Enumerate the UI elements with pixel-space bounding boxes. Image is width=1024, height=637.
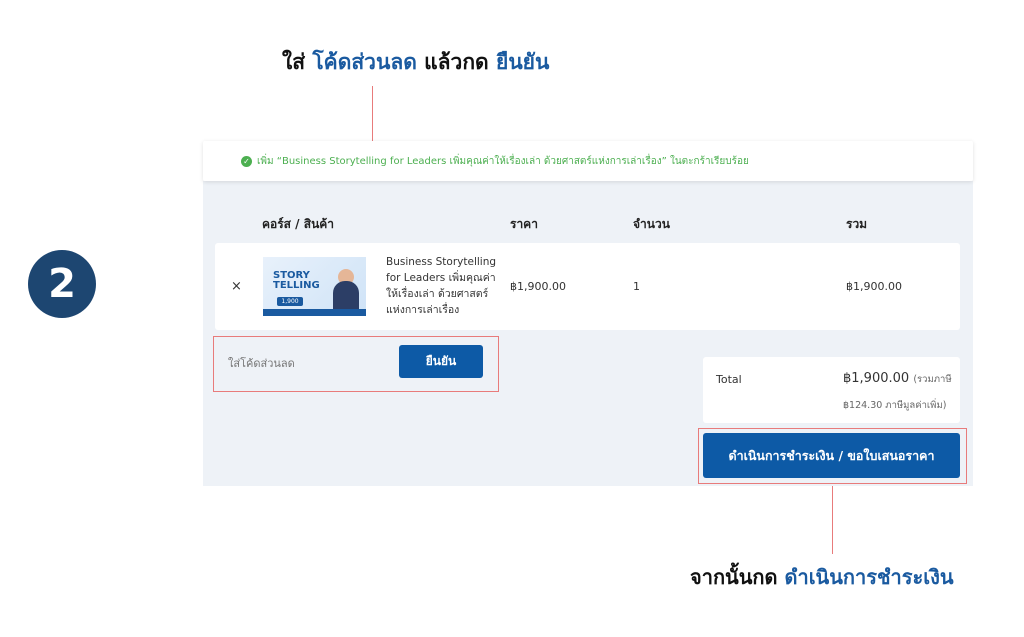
instruction-checkout: จากนั้นกด ดำเนินการชำระเงิน xyxy=(690,561,954,593)
instruction-text: จากนั้นกด xyxy=(690,565,778,589)
instruction-text: แล้วกด xyxy=(424,50,489,74)
product-quantity[interactable]: 1 xyxy=(633,280,640,293)
instruction-highlight-coupon: โค้ดส่วนลด xyxy=(312,50,417,74)
product-subtotal: ฿1,900.00 xyxy=(846,280,902,293)
totals-card: Total ฿1,900.00 (รวมภาษี ฿124.30 ภาษีมูล… xyxy=(703,357,960,423)
thumbnail-title: STORY TELLING xyxy=(273,270,320,291)
header-product: คอร์ส / สินค้า xyxy=(262,217,335,231)
remove-item-icon[interactable]: × xyxy=(231,279,242,294)
totals-label: Total xyxy=(716,373,742,386)
check-circle-icon: ✓ xyxy=(241,155,252,167)
notice-text: เพิ่ม “Business Storytelling for Leaders… xyxy=(257,155,749,167)
header-total: รวม xyxy=(846,217,868,231)
cart-notice: ✓ เพิ่ม “Business Storytelling for Leade… xyxy=(203,141,973,181)
annotation-box-coupon xyxy=(213,336,499,392)
tax-note-detail: ฿124.30 ภาษีมูลค่าเพิ่ม) xyxy=(843,400,947,411)
step-number-badge: 2 xyxy=(28,250,96,318)
product-thumbnail[interactable]: STORY TELLING 1,900 xyxy=(263,257,366,316)
instruction-highlight-checkout: ดำเนินการชำระเงิน xyxy=(784,565,954,589)
header-price: ราคา xyxy=(510,217,538,231)
header-quantity: จำนวน xyxy=(633,217,670,231)
instruction-text: ใส่ xyxy=(282,50,306,74)
instruction-highlight-confirm: ยืนยัน xyxy=(496,50,550,74)
product-name-link[interactable]: Business Storytelling for Leaders เพิ่มค… xyxy=(386,254,498,318)
product-price: ฿1,900.00 xyxy=(510,280,566,293)
totals-amount: ฿1,900.00 (รวมภาษี xyxy=(843,371,952,386)
annotation-line-checkout xyxy=(832,479,833,554)
thumbnail-footer-bar xyxy=(263,309,366,316)
tax-note: (รวมภาษี xyxy=(913,374,952,385)
table-row: × STORY TELLING 1,900 Business Storytell… xyxy=(215,243,960,330)
annotation-box-checkout xyxy=(698,428,967,484)
instruction-enter-coupon: ใส่ โค้ดส่วนลด แล้วกด ยืนยัน xyxy=(282,46,549,79)
thumbnail-price-badge: 1,900 xyxy=(277,297,303,306)
